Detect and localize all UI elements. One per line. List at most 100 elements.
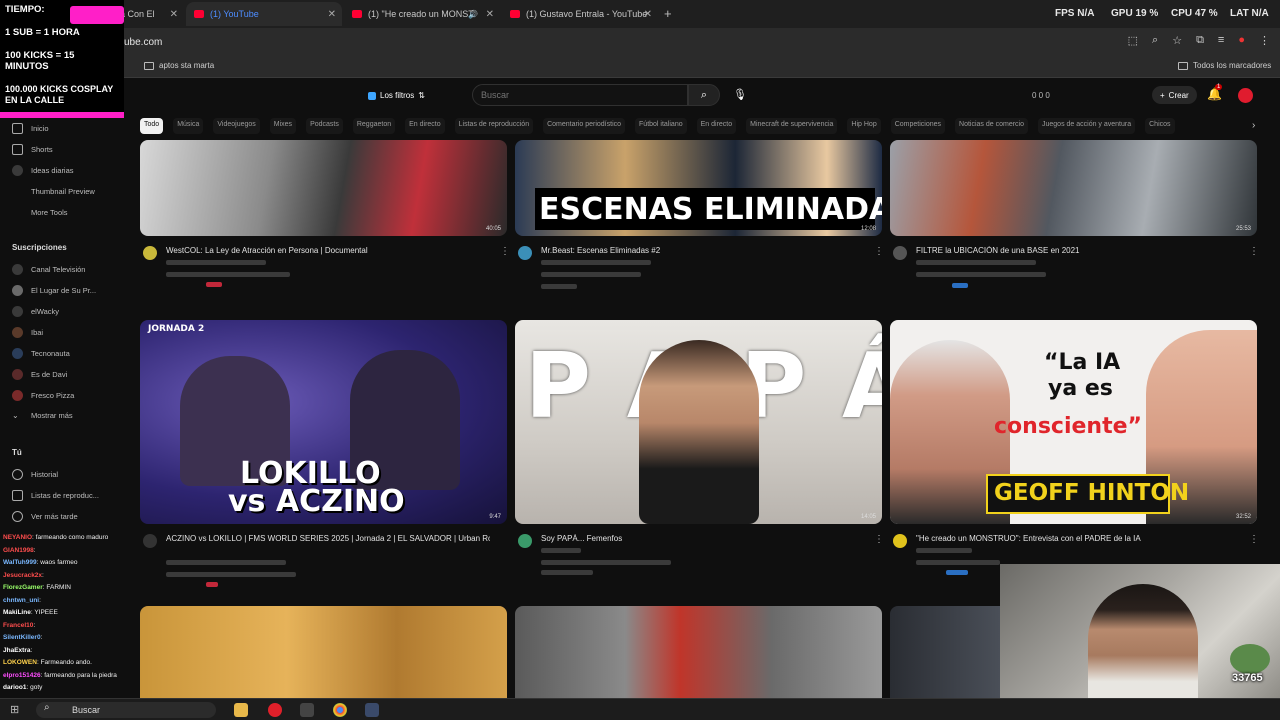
category-chip[interactable]: Todo — [140, 118, 164, 134]
category-chip[interactable]: Hip Hop — [847, 118, 881, 134]
video-thumbnail[interactable]: 40:05 — [140, 140, 507, 236]
chrome-icon[interactable] — [333, 703, 347, 717]
sidebar-sub[interactable]: El Lugar de Su Pr... — [12, 285, 96, 296]
sidebar-sub[interactable]: Fresco Pizza — [12, 390, 74, 401]
category-chip[interactable]: En directo — [696, 118, 737, 134]
chat-username[interactable]: darioo1 — [3, 684, 26, 691]
video-title[interactable]: Soy PAPÁ... Femenfos — [541, 534, 869, 543]
close-tab-icon[interactable]: ✕ — [486, 9, 494, 20]
search-input[interactable] — [473, 85, 687, 105]
category-chip[interactable]: Noticias de comercio — [955, 118, 1028, 134]
category-chip[interactable]: Juegos de acción y aventura — [1038, 118, 1136, 134]
video-thumbnail[interactable] — [140, 606, 507, 698]
video-title[interactable]: "He creado un MONSTRUO": Entrevista con … — [916, 534, 1244, 543]
filters-button[interactable]: Los filtros ⇅ — [368, 91, 425, 100]
category-chip[interactable]: Listas de reproducción — [454, 118, 534, 134]
category-chip[interactable]: Mixes — [269, 118, 297, 134]
mic-icon[interactable]: 🎙 — [730, 85, 750, 105]
video-thumbnail[interactable] — [890, 606, 1000, 698]
category-chip[interactable]: Fútbol italiano — [635, 118, 687, 134]
channel-avatar[interactable] — [143, 534, 157, 548]
category-chip[interactable]: Minecraft de supervivencia — [746, 118, 838, 134]
video-thumbnail[interactable]: PAPÁ 14:05 — [515, 320, 882, 524]
more-options-icon[interactable]: ⋮ — [500, 246, 510, 257]
menu-icon[interactable]: ⋮ — [1259, 34, 1270, 47]
bookmark-folder-aptos[interactable]: aptos sta marta — [144, 61, 214, 70]
close-tab-icon[interactable]: ✕ — [328, 9, 336, 20]
video-title[interactable]: ACZINO vs LOKILLO | FMS WORLD SERIES 202… — [166, 534, 490, 543]
chat-username[interactable]: SilentKiller0 — [3, 634, 41, 641]
channel-avatar[interactable] — [893, 246, 907, 260]
chat-username[interactable]: Jesucrack2x — [3, 572, 42, 579]
video-title[interactable]: FILTRE la UBICACIÓN de una BASE en 2021 — [916, 246, 1244, 255]
new-tab-icon[interactable]: + — [664, 6, 672, 21]
more-options-icon[interactable]: ⋮ — [1249, 246, 1259, 257]
sidebar-show-more[interactable]: ⌄ Mostrar más — [12, 411, 73, 420]
extensions-icon[interactable]: ⧉ — [1196, 34, 1204, 47]
sidebar-item-tools[interactable]: More Tools — [12, 207, 68, 218]
sidebar-item-thumbnail[interactable]: Thumbnail Preview — [12, 186, 95, 197]
chat-username[interactable]: GIAN1998 — [3, 547, 34, 554]
chat-username[interactable]: JhaExtra — [3, 647, 30, 654]
sidebar-sub[interactable]: Tecnonauta — [12, 348, 70, 359]
media-icon[interactable]: ≡ — [1218, 34, 1224, 47]
chat-username[interactable]: Francel10 — [3, 622, 33, 629]
sidebar-item-watch-later[interactable]: Ver más tarde — [12, 511, 78, 522]
category-chip[interactable]: Música — [173, 118, 204, 134]
tab-youtube[interactable]: (1) YouTube ✕ — [186, 2, 342, 26]
search-box[interactable] — [472, 84, 688, 106]
more-options-icon[interactable]: ⋮ — [874, 246, 884, 257]
app-icon[interactable] — [365, 703, 379, 717]
notifications-bell-icon[interactable]: 🔔 1 — [1207, 84, 1223, 101]
category-chip[interactable]: Videojuegos — [213, 118, 260, 134]
category-chip[interactable]: Chicos — [1145, 118, 1175, 134]
close-tab-icon[interactable]: ✕ — [170, 9, 178, 20]
video-title[interactable]: WestCOL: La Ley de Atracción en Persona … — [166, 246, 494, 255]
sidebar-item-home[interactable]: Inicio — [12, 123, 49, 134]
sidebar-sub[interactable]: Es de Davi — [12, 369, 67, 380]
video-thumbnail[interactable]: ESCENAS ELIMINADAS 2 12:08 — [515, 140, 882, 236]
video-title[interactable]: Mr.Beast: Escenas Eliminadas #2 — [541, 246, 869, 255]
taskbar-search[interactable]: Buscar — [36, 702, 216, 718]
channel-avatar[interactable] — [518, 534, 532, 548]
chat-username[interactable]: NEYANIO — [3, 534, 32, 541]
bookmark-star-icon[interactable]: ☆ — [1172, 34, 1182, 47]
more-options-icon[interactable]: ⋮ — [874, 534, 884, 545]
app-icon[interactable] — [300, 703, 314, 717]
chat-username[interactable]: chntwn_uni — [3, 597, 39, 604]
opera-icon[interactable] — [268, 703, 282, 717]
category-chip[interactable]: Competiciones — [890, 118, 946, 134]
tab-gustavo[interactable]: (1) Gustavo Entrala - YouTube ✕ — [502, 2, 658, 26]
speaker-icon[interactable]: 🔊 — [468, 10, 478, 19]
bookmark-folder-all[interactable]: Todos los marcadores — [1178, 61, 1271, 70]
video-thumbnail[interactable]: “La IA ya es consciente” GEOFF HINTON 32… — [890, 320, 1257, 524]
category-chip[interactable]: Podcasts — [306, 118, 343, 134]
zoom-icon[interactable]: ⌕ — [1152, 34, 1158, 47]
profile-icon[interactable]: ● — [1238, 34, 1245, 47]
more-options-icon[interactable]: ⋮ — [1249, 534, 1259, 545]
windows-start-icon[interactable]: ⊞ — [10, 703, 19, 716]
video-thumbnail[interactable] — [515, 606, 882, 698]
sidebar-item-history[interactable]: Historial — [12, 469, 58, 480]
category-chip[interactable]: Comentario periodístico — [543, 118, 626, 134]
account-avatar[interactable] — [1238, 88, 1253, 103]
tab-monstruo[interactable]: (1) "He creado un MONST 🔊 ✕ — [344, 2, 500, 26]
close-tab-icon[interactable]: ✕ — [644, 9, 652, 20]
install-icon[interactable]: ⬚ — [1128, 34, 1138, 47]
sidebar-item-playlists[interactable]: Listas de reproduc... — [12, 490, 99, 501]
sidebar-sub[interactable]: Canal Televisión — [12, 264, 85, 275]
sidebar-sub[interactable]: elWacky — [12, 306, 59, 317]
channel-avatar[interactable] — [143, 246, 157, 260]
channel-avatar[interactable] — [518, 246, 532, 260]
search-button[interactable]: ⌕ — [688, 84, 720, 106]
chat-username[interactable]: MakiLine — [3, 609, 31, 616]
channel-avatar[interactable] — [893, 534, 907, 548]
chat-username[interactable]: LOKOWEN — [3, 659, 37, 666]
file-explorer-icon[interactable] — [234, 703, 248, 717]
chat-username[interactable]: elpro151426 — [3, 672, 41, 679]
category-chip[interactable]: En directo — [405, 118, 445, 134]
sidebar-item-ideas[interactable]: Ideas diarias — [12, 165, 74, 176]
create-button[interactable]: + Crear — [1152, 86, 1197, 104]
url-field[interactable]: ube.com — [124, 37, 162, 48]
sidebar-sub[interactable]: Ibai — [12, 327, 43, 338]
